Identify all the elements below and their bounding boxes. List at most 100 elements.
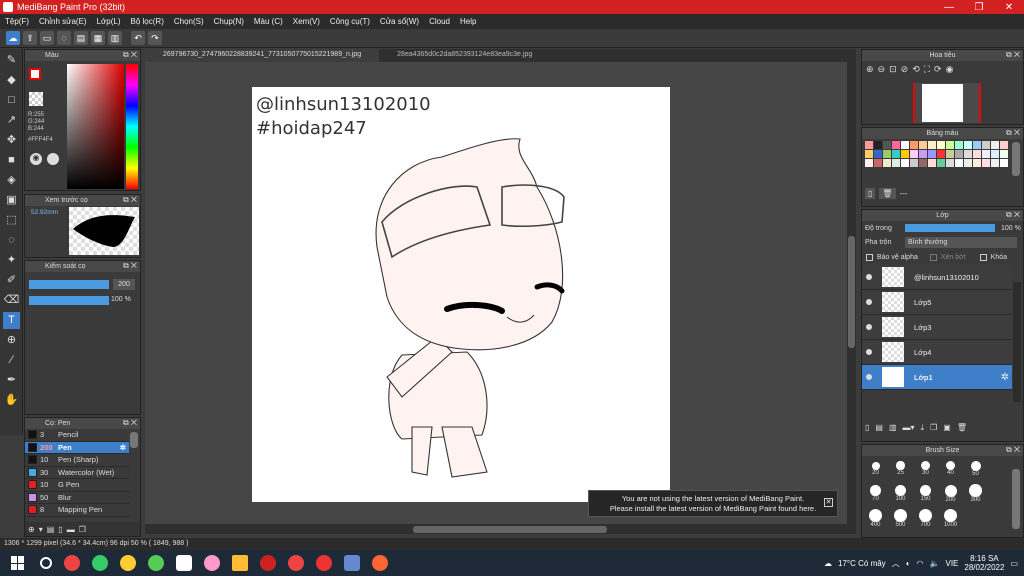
layer-row[interactable]: Lớp3 [862,315,1012,340]
undo-icon[interactable]: ↶ [131,31,145,45]
zoom-out-icon[interactable]: ⊖ [878,64,886,75]
palette-swatch[interactable] [1000,159,1008,167]
visibility-icon[interactable] [866,274,872,280]
brush-item[interactable]: 50 Blur [25,492,129,504]
weather-icon[interactable]: ☁ [824,559,832,568]
visibility-icon[interactable] [866,324,872,330]
operation-tool-icon[interactable]: ⊕ [3,332,20,349]
palette-swatch[interactable] [892,150,900,158]
layer-row[interactable]: Lớp4 [862,340,1012,365]
tray-chevron-icon[interactable]: ︿ [892,558,900,569]
panel-close-icon[interactable]: ⧉ ✕ [123,418,137,428]
transparent-swatch[interactable] [29,92,43,106]
fill-rect-icon[interactable]: ■ [3,152,20,169]
menu-view[interactable]: Xem(V) [288,17,325,26]
color-wheel-icon[interactable]: ◉ [30,153,42,165]
panel-icon[interactable]: ▤ [74,31,88,45]
brush-folder-icon[interactable]: ▬ [67,525,75,534]
palette-swatch[interactable] [982,159,990,167]
brush-size-option[interactable]: 200 [938,481,963,506]
blend-mode-select[interactable]: Bình thường [905,236,1017,248]
brush-size-value[interactable]: 200 [113,279,135,290]
palette-swatch[interactable] [901,150,909,158]
hue-slider[interactable] [126,64,138,189]
fit-icon[interactable]: ⊡ [889,64,897,75]
weather-text[interactable]: 17°C Có mây [838,559,886,568]
layer-row[interactable]: @linhsun13102010 [862,265,1012,290]
palette-swatch[interactable] [874,141,882,149]
medibang-icon[interactable] [316,555,332,571]
document-tab[interactable]: 269796730_2747960228839241_7731050775015… [145,49,380,62]
rotate-left-icon[interactable]: ⟲ [912,64,920,75]
palette-swatch[interactable] [892,159,900,167]
menu-layer[interactable]: Lớp(L) [92,17,126,26]
palette-swatch[interactable] [883,159,891,167]
palette-scrollbar[interactable] [1012,142,1020,176]
palette-swatch[interactable] [910,141,918,149]
close-button[interactable]: ✕ [994,2,1024,13]
brush-settings-icon[interactable]: ✲ [120,443,126,452]
reset-view-icon[interactable]: ◉ [946,64,954,75]
palette-swatch[interactable] [964,150,972,158]
fullscreen-icon[interactable]: ⛶ [924,64,930,75]
palette-swatch[interactable] [937,150,945,158]
layer-settings-icon[interactable]: ✲ [1001,372,1009,383]
eyedropper-color-icon[interactable] [47,153,59,165]
magic-wand-icon[interactable]: ✦ [3,252,20,269]
palette-swatch[interactable] [919,150,927,158]
zoom-actual-icon[interactable]: ⊘ [901,64,909,75]
visibility-icon[interactable] [866,349,872,355]
palette-swatch[interactable] [982,141,990,149]
menu-select[interactable]: Chọn(S) [169,17,209,26]
palette-swatch[interactable] [901,159,909,167]
brush-size-option[interactable]: 700 [913,506,938,531]
vertical-scroll-thumb[interactable] [848,236,855,348]
brush-size-option[interactable]: 150 [913,481,938,506]
brush-size-option[interactable]: 20 [863,456,888,481]
rect-tool-icon[interactable]: □ [3,92,20,109]
lock-checkbox[interactable] [979,253,987,261]
palette-swatch[interactable] [973,159,981,167]
new-halftone-icon[interactable]: ▥ [889,423,897,433]
new-layer-copy-icon[interactable]: ▤ [875,423,883,433]
palette-swatch[interactable] [910,150,918,158]
drawing-canvas[interactable]: @linhsun13102010 #hoidap247 [252,87,670,502]
layer-duplicate-icon[interactable]: ❐ [930,423,937,433]
layer-merge-icon[interactable]: ⤓ [921,423,925,433]
palette-swatch[interactable] [901,141,909,149]
palette-swatch[interactable] [892,141,900,149]
redo-icon[interactable]: ↷ [148,31,162,45]
palette-swatch[interactable] [955,159,963,167]
palette-swatch[interactable] [937,159,945,167]
document-tab[interactable]: 28ea4365d0c2da852393124e83ea9c3e.jpg [379,49,550,62]
notifications-icon[interactable]: ▭ [1010,559,1018,568]
palette-swatch[interactable] [946,141,954,149]
palette-swatch[interactable] [928,150,936,158]
layer-scrollbar[interactable] [1013,282,1021,402]
palette-swatch[interactable] [973,141,981,149]
comment-icon[interactable]: ▭ [40,31,54,45]
primary-color-swatch[interactable] [29,68,41,80]
brush-size-option[interactable]: 500 [888,506,913,531]
maximize-button[interactable]: ❐ [964,2,994,13]
eraser-tool-icon[interactable]: ◆ [3,72,20,89]
minimize-button[interactable]: — [934,2,964,13]
brush-size-option[interactable]: 30 [913,456,938,481]
layer-folder-icon[interactable]: ▬▾ [903,423,915,433]
panel-close-icon[interactable]: ⧉ ✕ [123,195,137,205]
clock[interactable]: 8:16 SA 28/02/2022 [964,554,1004,572]
brush-list-scrollbar[interactable] [130,432,138,448]
tray-wifi-icon[interactable]: ◠ [917,559,924,568]
brush-size-option[interactable]: 100 [888,481,913,506]
brush-tool-icon[interactable]: ✎ [3,52,20,69]
camera-icon[interactable] [344,555,360,571]
panel-close-icon[interactable]: ⧉ ✕ [123,261,137,271]
brush-item[interactable]: 10 Pen (Sharp) [25,454,129,467]
new-layer-icon[interactable]: ▯ [865,423,869,433]
record-icon[interactable] [260,555,276,571]
brush-size-option[interactable]: 400 [863,506,888,531]
menu-file[interactable]: Tệp(F) [0,17,34,26]
layout-icon[interactable]: ▥ [108,31,122,45]
brush-item[interactable]: 8 Mapping Pen [25,504,129,517]
app-icon[interactable] [148,555,164,571]
